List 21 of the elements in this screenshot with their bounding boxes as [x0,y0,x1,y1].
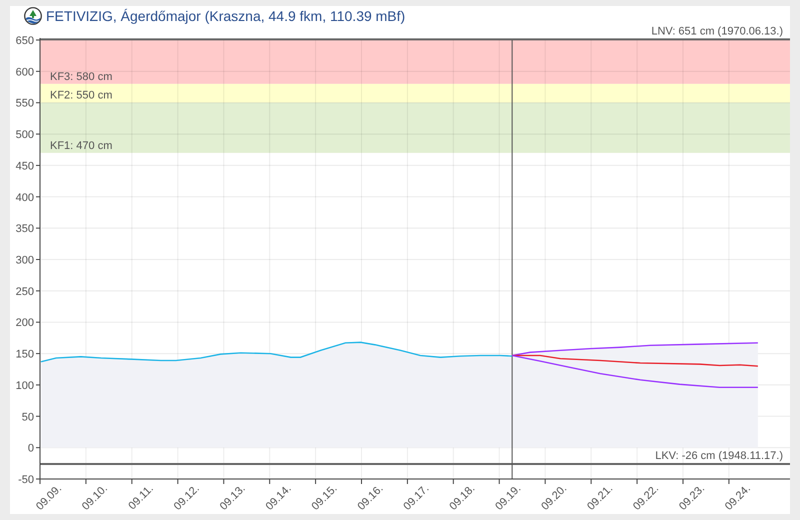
axis-label: 50 [22,411,34,424]
axis-label: 550 [16,98,34,110]
axis-label: 300 [16,254,34,266]
axis-label: 250 [16,286,34,298]
threshold-label: KF3: 580 cm [50,70,112,83]
axis-label: 500 [16,129,34,142]
axis-label: 600 [16,66,34,78]
chart-title: FETIVIZIG, Ágerdőmajor (Kraszna, 44.9 fkm, 110.39 mBf) [46,8,406,24]
axis-label: 450 [16,160,34,172]
threshold-label: KF1: 470 cm [50,140,112,152]
axis-label: 400 [16,192,34,204]
axis-label: 150 [16,348,34,361]
axis-label: -50 [18,474,34,486]
axis-label: 200 [16,317,34,330]
axis-label: 100 [16,380,34,392]
axis-label: 350 [16,223,34,236]
axis-label: 0 [28,442,34,455]
axis-label: 650 [16,35,34,47]
record-label: LNV: 651 cm (1970.06.13.) [651,25,783,38]
record-label: LKV: -26 cm (1948.11.17.) [655,450,783,462]
threshold-label: KF2: 550 cm [50,90,112,102]
